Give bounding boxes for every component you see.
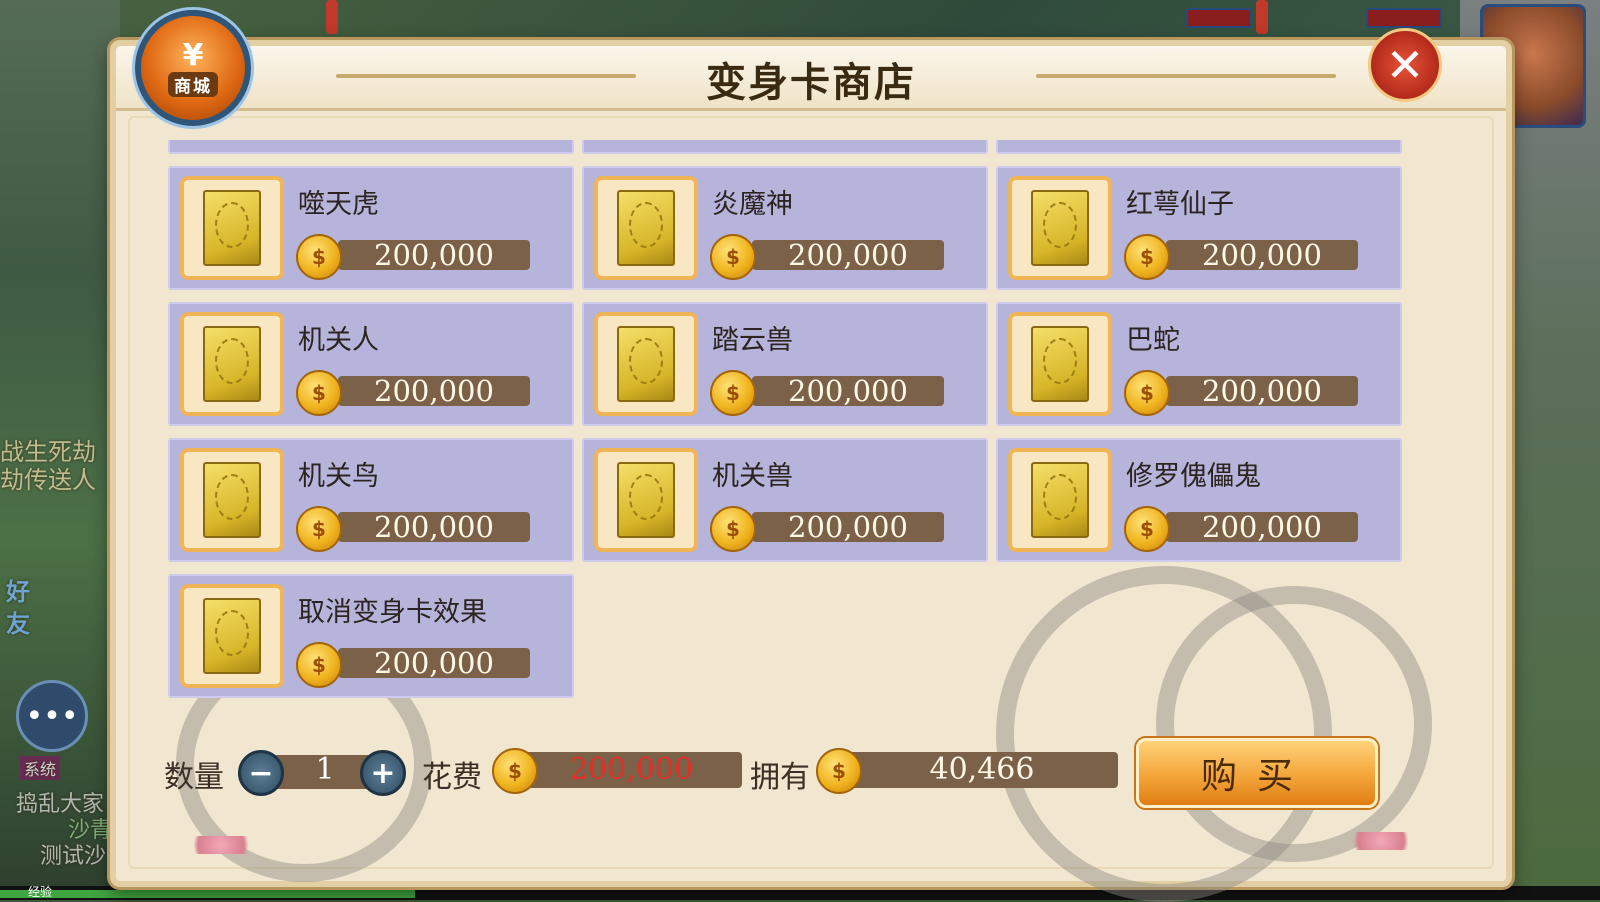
- transform-card-icon: [617, 326, 675, 402]
- item-icon-frame: [594, 176, 698, 280]
- item-card[interactable]: 巴蛇 $200,000: [996, 302, 1402, 426]
- transform-card-icon: [1031, 462, 1089, 538]
- blossom-decoration: [176, 836, 266, 854]
- item-card[interactable]: 修罗傀儡鬼 $200,000: [996, 438, 1402, 562]
- item-card[interactable]: 机关人 $200,000: [168, 302, 574, 426]
- item-card[interactable]: 炎魔神 $200,000: [582, 166, 988, 290]
- exp-bar-fill: [0, 890, 415, 898]
- increase-quantity-button[interactable]: +: [360, 750, 406, 796]
- gold-coin-icon: $: [1124, 506, 1170, 552]
- item-price: 200,000: [1202, 374, 1322, 408]
- gold-coin-icon: $: [1124, 370, 1170, 416]
- chat-bubble-icon[interactable]: •••: [16, 680, 88, 752]
- item-price: 200,000: [374, 646, 494, 680]
- item-name: 取消变身卡效果: [298, 597, 487, 628]
- item-price: 200,000: [1202, 510, 1322, 544]
- item-price: 200,000: [374, 374, 494, 408]
- gold-coin-icon: $: [296, 506, 342, 552]
- transform-card-icon: [203, 326, 261, 402]
- mp-bar: [1366, 8, 1442, 28]
- gold-coin-icon: $: [296, 642, 342, 688]
- cost-label: 花费: [422, 760, 482, 795]
- item-card-partial[interactable]: [168, 140, 574, 154]
- lantern-decoration: [1256, 0, 1268, 34]
- exp-label: 经验: [28, 885, 53, 899]
- transform-card-icon: [203, 190, 261, 266]
- item-price: 200,000: [1202, 238, 1322, 272]
- close-button[interactable]: ✕: [1368, 28, 1442, 102]
- buy-button[interactable]: 购买: [1136, 738, 1378, 808]
- blossom-decoration: [1336, 832, 1426, 850]
- page-title: 变身卡商店: [706, 60, 916, 106]
- item-icon-frame: [1008, 448, 1112, 552]
- owned-value: 40,466: [929, 752, 1035, 787]
- quantity-label: 数量: [164, 760, 224, 795]
- item-card[interactable]: 红萼仙子 $200,000: [996, 166, 1402, 290]
- gold-coin-icon: $: [1124, 234, 1170, 280]
- item-name: 噬天虎: [298, 189, 379, 220]
- item-icon-frame: [1008, 312, 1112, 416]
- title-bar: 变身卡商店: [116, 46, 1506, 111]
- item-name: 修罗傀儡鬼: [1126, 461, 1261, 492]
- transform-card-icon: [1031, 326, 1089, 402]
- lantern-decoration: [326, 0, 338, 34]
- item-icon-frame: [180, 312, 284, 416]
- item-name: 踏云兽: [712, 325, 793, 356]
- item-name: 红萼仙子: [1126, 189, 1234, 220]
- transform-card-icon: [617, 462, 675, 538]
- shop-badge: ¥ 商城: [135, 10, 251, 126]
- item-card-partial[interactable]: [996, 140, 1402, 154]
- item-card-partial[interactable]: [582, 140, 988, 154]
- scene-text: 劫传送人: [0, 466, 96, 494]
- item-icon-frame: [180, 584, 284, 688]
- item-price: 200,000: [374, 238, 494, 272]
- yen-icon: ¥: [182, 37, 204, 73]
- cost-value: 200,000: [568, 752, 694, 787]
- item-name: 机关鸟: [298, 461, 379, 492]
- item-card[interactable]: 取消变身卡效果 $200,000: [168, 574, 574, 698]
- item-name: 机关人: [298, 325, 379, 356]
- item-price: 200,000: [788, 238, 908, 272]
- close-icon: ✕: [1385, 38, 1425, 92]
- item-icon-frame: [1008, 176, 1112, 280]
- owned-label: 拥有: [750, 760, 810, 795]
- item-name: 巴蛇: [1126, 325, 1180, 356]
- transform-card-icon: [203, 598, 261, 674]
- shop-badge-label: 商城: [168, 71, 218, 97]
- item-icon-frame: [180, 448, 284, 552]
- system-tag: 系统: [20, 756, 61, 780]
- item-icon-frame: [180, 176, 284, 280]
- hp-bar: [1186, 8, 1252, 28]
- item-name: 炎魔神: [712, 189, 793, 220]
- item-card[interactable]: 噬天虎 $200,000: [168, 166, 574, 290]
- gold-coin-icon: $: [710, 506, 756, 552]
- item-card[interactable]: 踏云兽 $200,000: [582, 302, 988, 426]
- friends-button-text[interactable]: 好: [6, 572, 30, 607]
- item-icon-frame: [594, 448, 698, 552]
- gold-coin-icon: $: [296, 234, 342, 280]
- item-price: 200,000: [788, 510, 908, 544]
- transform-card-icon: [203, 462, 261, 538]
- item-price: 200,000: [788, 374, 908, 408]
- exp-bar: [0, 886, 1600, 900]
- gold-coin-icon: $: [296, 370, 342, 416]
- item-price: 200,000: [374, 510, 494, 544]
- gold-coin-icon: $: [710, 234, 756, 280]
- transform-card-icon: [1031, 190, 1089, 266]
- item-card[interactable]: 机关鸟 $200,000: [168, 438, 574, 562]
- friends-button-text[interactable]: 友: [6, 604, 30, 639]
- transform-card-icon: [617, 190, 675, 266]
- gold-coin-icon: $: [710, 370, 756, 416]
- item-card[interactable]: 机关兽 $200,000: [582, 438, 988, 562]
- item-icon-frame: [594, 312, 698, 416]
- item-name: 机关兽: [712, 461, 793, 492]
